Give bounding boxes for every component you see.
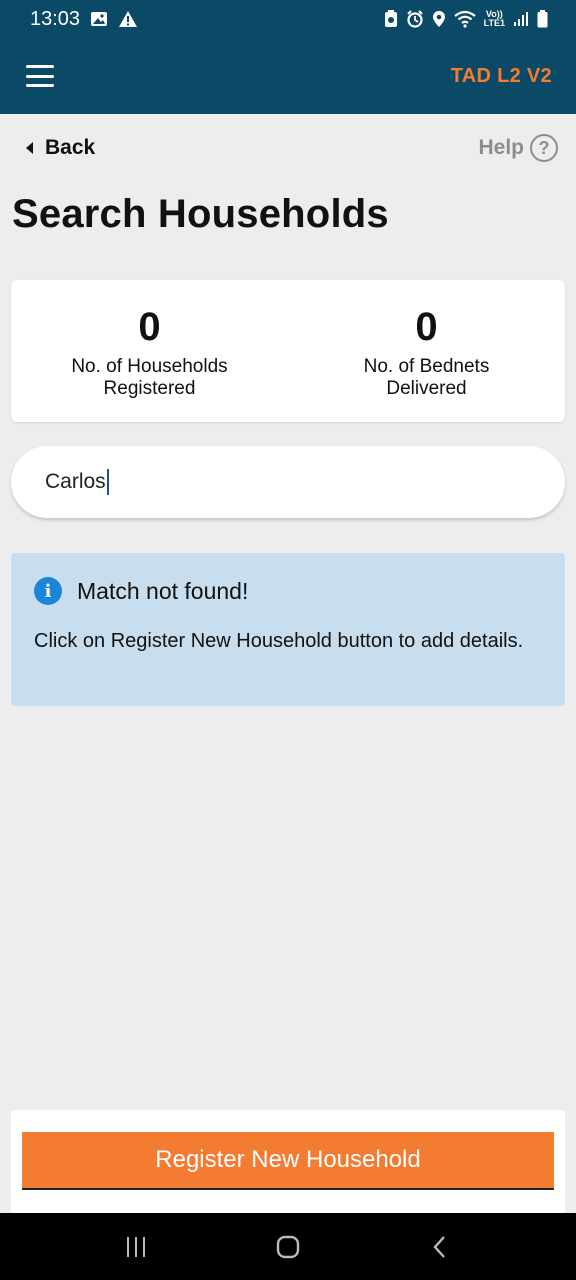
recent-apps-icon[interactable] [106, 1222, 166, 1272]
stat-label: No. of Bednets Delivered [363, 356, 490, 399]
status-time: 13:03 [30, 7, 81, 30]
lte-bottom-label: LTE1 [483, 18, 505, 28]
app-title: TAD L2 V2 [450, 64, 552, 87]
search-field[interactable]: Carlos [11, 446, 565, 518]
help-button[interactable]: Help ? [478, 134, 558, 162]
warning-icon [118, 10, 138, 28]
system-back-icon[interactable] [410, 1222, 470, 1272]
register-new-household-button[interactable]: Register New Household [22, 1132, 554, 1190]
app-screen: 13:03 Vo)) LTE1 TAD L2 V2 Back Help ? Se… [0, 0, 576, 1280]
search-input[interactable]: Carlos [45, 470, 106, 494]
status-bar: 13:03 Vo)) LTE1 [0, 0, 576, 38]
back-button[interactable]: Back [26, 136, 95, 160]
signal-icon [513, 11, 529, 27]
wifi-icon [453, 10, 476, 28]
lte-indicator: Vo)) LTE1 [484, 10, 505, 28]
stat-value: 0 [415, 305, 438, 349]
alert-header: i Match not found! [34, 577, 543, 605]
stats-card: 0 No. of Households Registered 0 No. of … [11, 280, 565, 422]
stat-households: 0 No. of Households Registered [11, 280, 288, 422]
stat-bednets: 0 No. of Bednets Delivered [288, 280, 565, 422]
gallery-icon [90, 11, 108, 27]
location-icon [432, 10, 446, 28]
text-cursor [106, 469, 109, 495]
bottom-action-panel: Register New Household [11, 1110, 565, 1213]
back-arrow-icon [26, 142, 33, 154]
page-title: Search Households [12, 192, 389, 236]
help-label: Help [478, 136, 524, 159]
status-right: Vo)) LTE1 [384, 10, 548, 28]
stat-label: No. of Households Registered [71, 356, 228, 399]
battery-icon [537, 10, 548, 28]
alarm-icon [406, 10, 424, 28]
help-question-icon: ? [530, 134, 558, 162]
nav-row: Back Help ? [0, 128, 576, 168]
match-not-found-alert: i Match not found! Click on Register New… [11, 553, 565, 706]
stat-value: 0 [138, 305, 161, 349]
app-bar: TAD L2 V2 [0, 38, 576, 114]
system-navigation-bar [0, 1213, 576, 1280]
info-icon: i [34, 577, 62, 605]
alert-message: Click on Register New Household button t… [34, 630, 524, 652]
back-label: Back [45, 136, 96, 159]
alert-title: Match not found! [77, 577, 249, 604]
battery-saver-icon [384, 10, 398, 28]
home-icon[interactable] [258, 1222, 318, 1272]
hamburger-menu-icon[interactable] [26, 65, 54, 87]
status-left: 13:03 [30, 8, 138, 31]
